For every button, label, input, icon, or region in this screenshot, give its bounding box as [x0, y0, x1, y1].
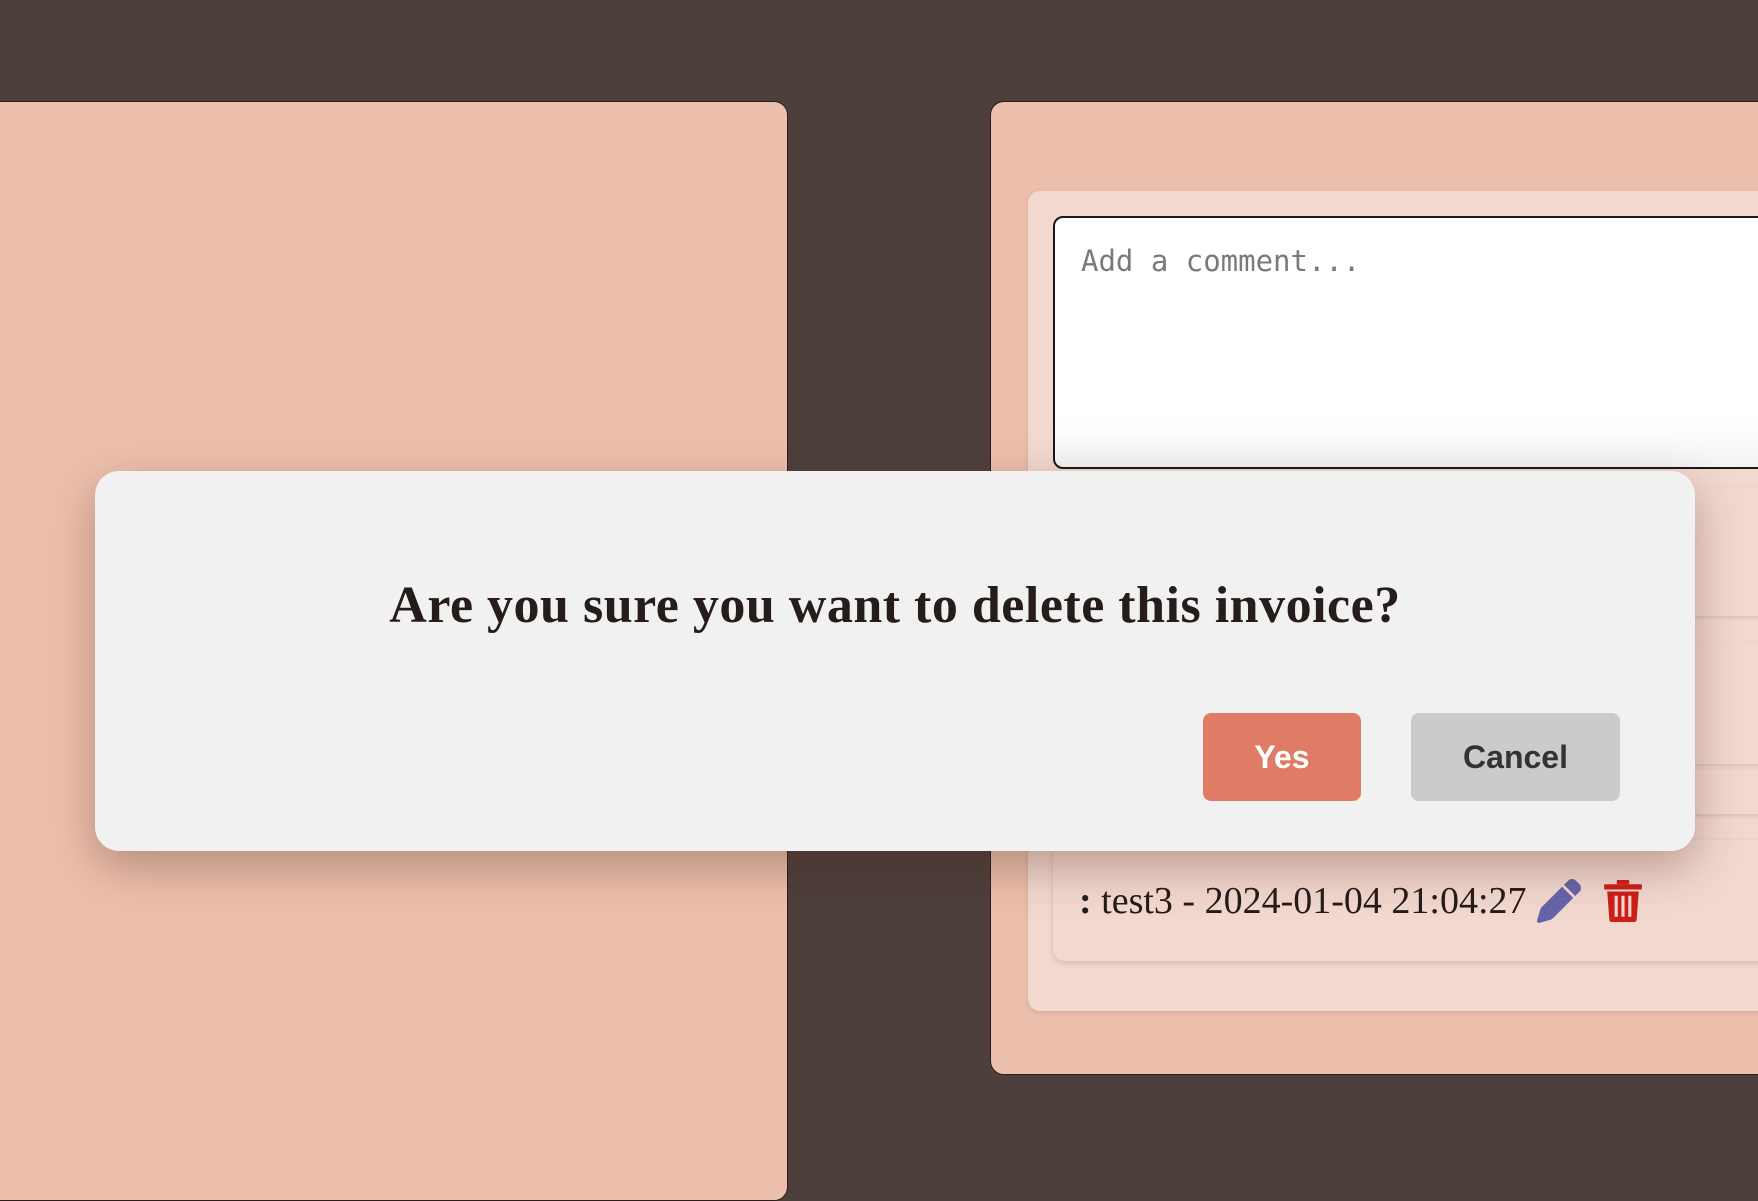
- comment-prefix: :: [1079, 879, 1092, 922]
- comment-input[interactable]: [1053, 216, 1758, 469]
- cancel-button[interactable]: Cancel: [1411, 713, 1620, 801]
- trash-icon[interactable]: [1603, 879, 1643, 923]
- dialog-message: Are you sure you want to delete this inv…: [389, 577, 1401, 634]
- delete-confirm-dialog: Are you sure you want to delete this inv…: [95, 471, 1695, 851]
- comment-body: test3 - 2024-01-04 21:04:27: [1101, 879, 1527, 922]
- pencil-icon[interactable]: [1536, 878, 1581, 923]
- comment-text: : test3 - 2024-01-04 21:04:27: [1079, 879, 1527, 923]
- list-item: : test3 - 2024-01-04 21:04:27: [1053, 840, 1758, 961]
- confirm-delete-button[interactable]: Yes: [1203, 713, 1361, 801]
